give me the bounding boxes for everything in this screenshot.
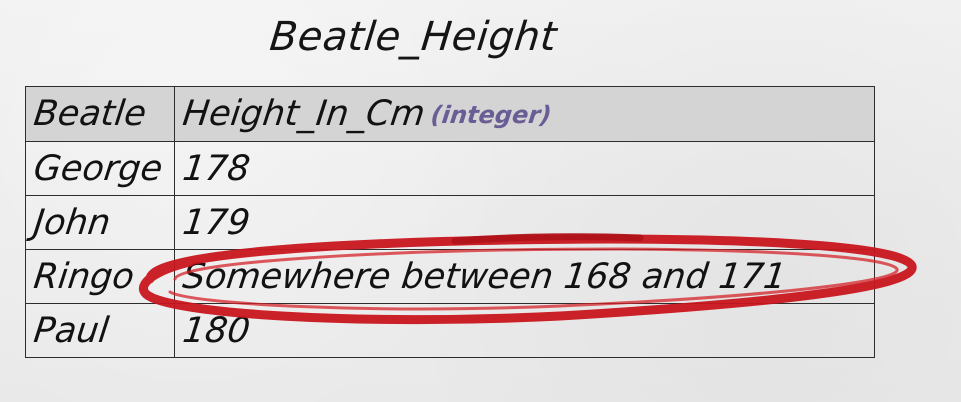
cell-name: John: [25, 195, 175, 250]
table-row: John 179: [25, 195, 875, 250]
table-title: Beatle_Height: [267, 14, 560, 60]
type-hint-label: (integer): [429, 101, 553, 129]
cell-height-text: Somewhere between 168 and 171: [180, 256, 789, 297]
cell-height: 179: [174, 195, 875, 250]
beatle-height-table: Beatle Height_In_Cm(integer) George 178 …: [25, 86, 875, 358]
cell-name: George: [25, 141, 175, 196]
page: { "title": "Beatle_Height", "table": { "…: [0, 0, 961, 402]
cell-name-text: John: [31, 202, 113, 243]
cell-name-text: George: [31, 148, 165, 189]
cell-height-text: 178: [180, 148, 253, 189]
table-row: Ringo Somewhere between 168 and 171: [25, 249, 875, 304]
column-header-height: Height_In_Cm(integer): [174, 86, 875, 142]
table-row: Paul 180: [25, 303, 875, 358]
table-row: George 178: [25, 141, 875, 196]
column-header-beatle: Beatle: [25, 86, 175, 142]
cell-height-text: 180: [180, 310, 253, 351]
cell-height: Somewhere between 168 and 171: [174, 249, 875, 304]
cell-height: 178: [174, 141, 875, 196]
column-header-height-label: Height_In_Cm: [180, 94, 428, 134]
cell-name: Ringo: [25, 249, 175, 304]
cell-name-text: Paul: [31, 310, 111, 351]
header-row: Beatle Height_In_Cm(integer): [25, 86, 875, 142]
cell-height: 180: [174, 303, 875, 358]
cell-height-text: 179: [180, 202, 253, 243]
cell-name-text: Ringo: [31, 256, 137, 297]
cell-name: Paul: [25, 303, 175, 358]
column-header-beatle-label: Beatle: [31, 94, 149, 134]
